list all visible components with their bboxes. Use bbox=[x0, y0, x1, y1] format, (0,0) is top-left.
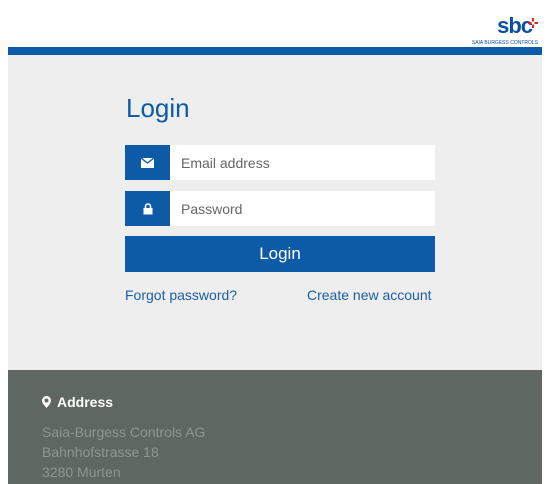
map-marker-icon bbox=[42, 396, 51, 408]
email-input[interactable] bbox=[181, 153, 421, 173]
address-line-company: Saia-Burgess Controls AG bbox=[42, 424, 206, 440]
login-panel: Login Login Forgot password? Create new … bbox=[8, 55, 542, 370]
address-line-street: Bahnhofstrasse 18 bbox=[42, 444, 159, 460]
create-account-link[interactable]: Create new account bbox=[307, 287, 432, 303]
logo-subtitle: SAIA BURGESS CONTROLS bbox=[471, 40, 538, 46]
envelope-icon bbox=[125, 145, 170, 180]
logo-text: sbc bbox=[497, 13, 533, 38]
header: sbc SAIA BURGESS CONTROLS bbox=[8, 0, 542, 47]
password-input[interactable] bbox=[181, 199, 421, 219]
email-field[interactable] bbox=[125, 145, 435, 180]
page-title: Login bbox=[126, 93, 190, 123]
forgot-password-link[interactable]: Forgot password? bbox=[125, 287, 237, 303]
login-button[interactable]: Login bbox=[125, 236, 435, 272]
address-heading: Address bbox=[42, 394, 113, 410]
address-heading-label: Address bbox=[57, 394, 114, 410]
footer: Address Saia-Burgess Controls AG Bahnhof… bbox=[8, 370, 542, 484]
sbc-logo[interactable]: sbc SAIA BURGESS CONTROLS bbox=[458, 14, 538, 46]
logo-cross-icon bbox=[528, 18, 538, 28]
header-accent-bar bbox=[8, 47, 542, 55]
password-field[interactable] bbox=[125, 191, 435, 226]
address-line-city: 3280 Murten bbox=[42, 464, 121, 480]
lock-icon bbox=[125, 191, 170, 226]
